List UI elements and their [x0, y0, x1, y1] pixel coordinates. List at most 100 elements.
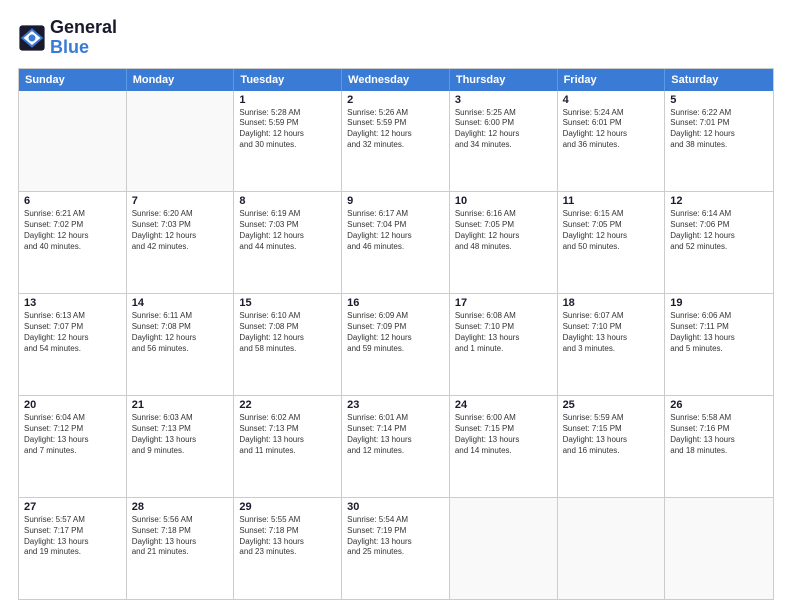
- calendar-header: SundayMondayTuesdayWednesdayThursdayFrid…: [19, 69, 773, 91]
- day-info: Sunrise: 6:07 AM Sunset: 7:10 PM Dayligh…: [563, 311, 660, 354]
- day-info: Sunrise: 5:54 AM Sunset: 7:19 PM Dayligh…: [347, 515, 444, 558]
- header-day-tuesday: Tuesday: [234, 69, 342, 91]
- day-info: Sunrise: 6:21 AM Sunset: 7:02 PM Dayligh…: [24, 209, 121, 252]
- day-number: 2: [347, 94, 444, 106]
- day-info: Sunrise: 6:11 AM Sunset: 7:08 PM Dayligh…: [132, 311, 229, 354]
- calendar-day-25: 25 Sunrise: 5:59 AM Sunset: 7:15 PM Dayli…: [558, 396, 666, 497]
- header-day-monday: Monday: [127, 69, 235, 91]
- day-number: 25: [563, 399, 660, 411]
- day-info: Sunrise: 6:06 AM Sunset: 7:11 PM Dayligh…: [670, 311, 768, 354]
- logo-text: General Blue: [50, 18, 117, 58]
- calendar-week-5: 27 Sunrise: 5:57 AM Sunset: 7:17 PM Dayli…: [19, 497, 773, 599]
- day-number: 5: [670, 94, 768, 106]
- day-number: 20: [24, 399, 121, 411]
- calendar-day-30: 30 Sunrise: 5:54 AM Sunset: 7:19 PM Dayli…: [342, 498, 450, 599]
- calendar-day-18: 18Sunrise: 6:07 AM Sunset: 7:10 PM Dayli…: [558, 294, 666, 395]
- day-number: 15: [239, 297, 336, 309]
- day-number: 24: [455, 399, 552, 411]
- calendar-day-10: 10Sunrise: 6:16 AM Sunset: 7:05 PM Dayli…: [450, 192, 558, 293]
- day-info: Sunrise: 5:55 AM Sunset: 7:18 PM Dayligh…: [239, 515, 336, 558]
- calendar-day-5: 5Sunrise: 6:22 AM Sunset: 7:01 PM Daylig…: [665, 91, 773, 192]
- day-info: Sunrise: 6:17 AM Sunset: 7:04 PM Dayligh…: [347, 209, 444, 252]
- day-info: Sunrise: 5:28 AM Sunset: 5:59 PM Dayligh…: [239, 108, 336, 151]
- day-info: Sunrise: 5:57 AM Sunset: 7:17 PM Dayligh…: [24, 515, 121, 558]
- day-number: 10: [455, 195, 552, 207]
- day-info: Sunrise: 6:10 AM Sunset: 7:08 PM Dayligh…: [239, 311, 336, 354]
- calendar-day-empty: [450, 498, 558, 599]
- calendar-day-13: 13 Sunrise: 6:13 AM Sunset: 7:07 PM Dayli…: [19, 294, 127, 395]
- calendar-day-3: 3 Sunrise: 5:25 AM Sunset: 6:00 PM Daylig…: [450, 91, 558, 192]
- day-number: 23: [347, 399, 444, 411]
- day-number: 17: [455, 297, 552, 309]
- header-day-thursday: Thursday: [450, 69, 558, 91]
- calendar-day-20: 20 Sunrise: 6:04 AM Sunset: 7:12 PM Dayli…: [19, 396, 127, 497]
- day-info: Sunrise: 6:00 AM Sunset: 7:15 PM Dayligh…: [455, 413, 552, 456]
- day-info: Sunrise: 6:04 AM Sunset: 7:12 PM Dayligh…: [24, 413, 121, 456]
- calendar-day-19: 19 Sunrise: 6:06 AM Sunset: 7:11 PM Dayli…: [665, 294, 773, 395]
- calendar-day-7: 7Sunrise: 6:20 AM Sunset: 7:03 PM Daylig…: [127, 192, 235, 293]
- day-number: 3: [455, 94, 552, 106]
- calendar-day-empty: [558, 498, 666, 599]
- header-day-sunday: Sunday: [19, 69, 127, 91]
- calendar-day-11: 11Sunrise: 6:15 AM Sunset: 7:05 PM Dayli…: [558, 192, 666, 293]
- calendar-day-empty: [127, 91, 235, 192]
- day-info: Sunrise: 5:24 AM Sunset: 6:01 PM Dayligh…: [563, 108, 660, 151]
- day-info: Sunrise: 6:19 AM Sunset: 7:03 PM Dayligh…: [239, 209, 336, 252]
- day-number: 21: [132, 399, 229, 411]
- day-info: Sunrise: 5:26 AM Sunset: 5:59 PM Dayligh…: [347, 108, 444, 151]
- day-number: 29: [239, 501, 336, 513]
- day-number: 30: [347, 501, 444, 513]
- day-number: 27: [24, 501, 121, 513]
- day-info: Sunrise: 6:13 AM Sunset: 7:07 PM Dayligh…: [24, 311, 121, 354]
- calendar-day-22: 22Sunrise: 6:02 AM Sunset: 7:13 PM Dayli…: [234, 396, 342, 497]
- day-number: 16: [347, 297, 444, 309]
- day-info: Sunrise: 6:15 AM Sunset: 7:05 PM Dayligh…: [563, 209, 660, 252]
- day-number: 4: [563, 94, 660, 106]
- header-day-saturday: Saturday: [665, 69, 773, 91]
- calendar-week-3: 13 Sunrise: 6:13 AM Sunset: 7:07 PM Dayli…: [19, 293, 773, 395]
- calendar-day-15: 15 Sunrise: 6:10 AM Sunset: 7:08 PM Dayli…: [234, 294, 342, 395]
- logo-icon: [18, 24, 46, 52]
- day-number: 13: [24, 297, 121, 309]
- day-info: Sunrise: 6:09 AM Sunset: 7:09 PM Dayligh…: [347, 311, 444, 354]
- calendar-day-17: 17 Sunrise: 6:08 AM Sunset: 7:10 PM Dayli…: [450, 294, 558, 395]
- calendar-day-4: 4 Sunrise: 5:24 AM Sunset: 6:01 PM Daylig…: [558, 91, 666, 192]
- day-info: Sunrise: 6:01 AM Sunset: 7:14 PM Dayligh…: [347, 413, 444, 456]
- calendar-day-21: 21 Sunrise: 6:03 AM Sunset: 7:13 PM Dayli…: [127, 396, 235, 497]
- day-number: 28: [132, 501, 229, 513]
- day-info: Sunrise: 5:59 AM Sunset: 7:15 PM Dayligh…: [563, 413, 660, 456]
- calendar-day-26: 26 Sunrise: 5:58 AM Sunset: 7:16 PM Dayli…: [665, 396, 773, 497]
- calendar-day-27: 27 Sunrise: 5:57 AM Sunset: 7:17 PM Dayli…: [19, 498, 127, 599]
- day-info: Sunrise: 6:14 AM Sunset: 7:06 PM Dayligh…: [670, 209, 768, 252]
- day-number: 6: [24, 195, 121, 207]
- header-day-friday: Friday: [558, 69, 666, 91]
- calendar-day-29: 29 Sunrise: 5:55 AM Sunset: 7:18 PM Dayli…: [234, 498, 342, 599]
- day-info: Sunrise: 6:20 AM Sunset: 7:03 PM Dayligh…: [132, 209, 229, 252]
- calendar-week-4: 20 Sunrise: 6:04 AM Sunset: 7:12 PM Dayli…: [19, 395, 773, 497]
- day-number: 26: [670, 399, 768, 411]
- calendar-day-23: 23 Sunrise: 6:01 AM Sunset: 7:14 PM Dayli…: [342, 396, 450, 497]
- calendar-day-16: 16 Sunrise: 6:09 AM Sunset: 7:09 PM Dayli…: [342, 294, 450, 395]
- day-info: Sunrise: 5:58 AM Sunset: 7:16 PM Dayligh…: [670, 413, 768, 456]
- day-info: Sunrise: 5:25 AM Sunset: 6:00 PM Dayligh…: [455, 108, 552, 151]
- calendar-day-28: 28 Sunrise: 5:56 AM Sunset: 7:18 PM Dayli…: [127, 498, 235, 599]
- calendar-day-6: 6 Sunrise: 6:21 AM Sunset: 7:02 PM Daylig…: [19, 192, 127, 293]
- day-info: Sunrise: 6:08 AM Sunset: 7:10 PM Dayligh…: [455, 311, 552, 354]
- calendar-day-1: 1 Sunrise: 5:28 AM Sunset: 5:59 PM Daylig…: [234, 91, 342, 192]
- day-info: Sunrise: 5:56 AM Sunset: 7:18 PM Dayligh…: [132, 515, 229, 558]
- calendar-day-12: 12Sunrise: 6:14 AM Sunset: 7:06 PM Dayli…: [665, 192, 773, 293]
- day-number: 8: [239, 195, 336, 207]
- day-number: 22: [239, 399, 336, 411]
- logo: General Blue: [18, 18, 117, 58]
- calendar-day-9: 9 Sunrise: 6:17 AM Sunset: 7:04 PM Daylig…: [342, 192, 450, 293]
- calendar-day-empty: [665, 498, 773, 599]
- page: General Blue SundayMondayTuesdayWednesda…: [0, 0, 792, 612]
- calendar-day-2: 2 Sunrise: 5:26 AM Sunset: 5:59 PM Daylig…: [342, 91, 450, 192]
- day-number: 14: [132, 297, 229, 309]
- calendar-week-2: 6 Sunrise: 6:21 AM Sunset: 7:02 PM Daylig…: [19, 191, 773, 293]
- day-number: 19: [670, 297, 768, 309]
- day-number: 9: [347, 195, 444, 207]
- day-number: 1: [239, 94, 336, 106]
- day-info: Sunrise: 6:03 AM Sunset: 7:13 PM Dayligh…: [132, 413, 229, 456]
- calendar-day-24: 24 Sunrise: 6:00 AM Sunset: 7:15 PM Dayli…: [450, 396, 558, 497]
